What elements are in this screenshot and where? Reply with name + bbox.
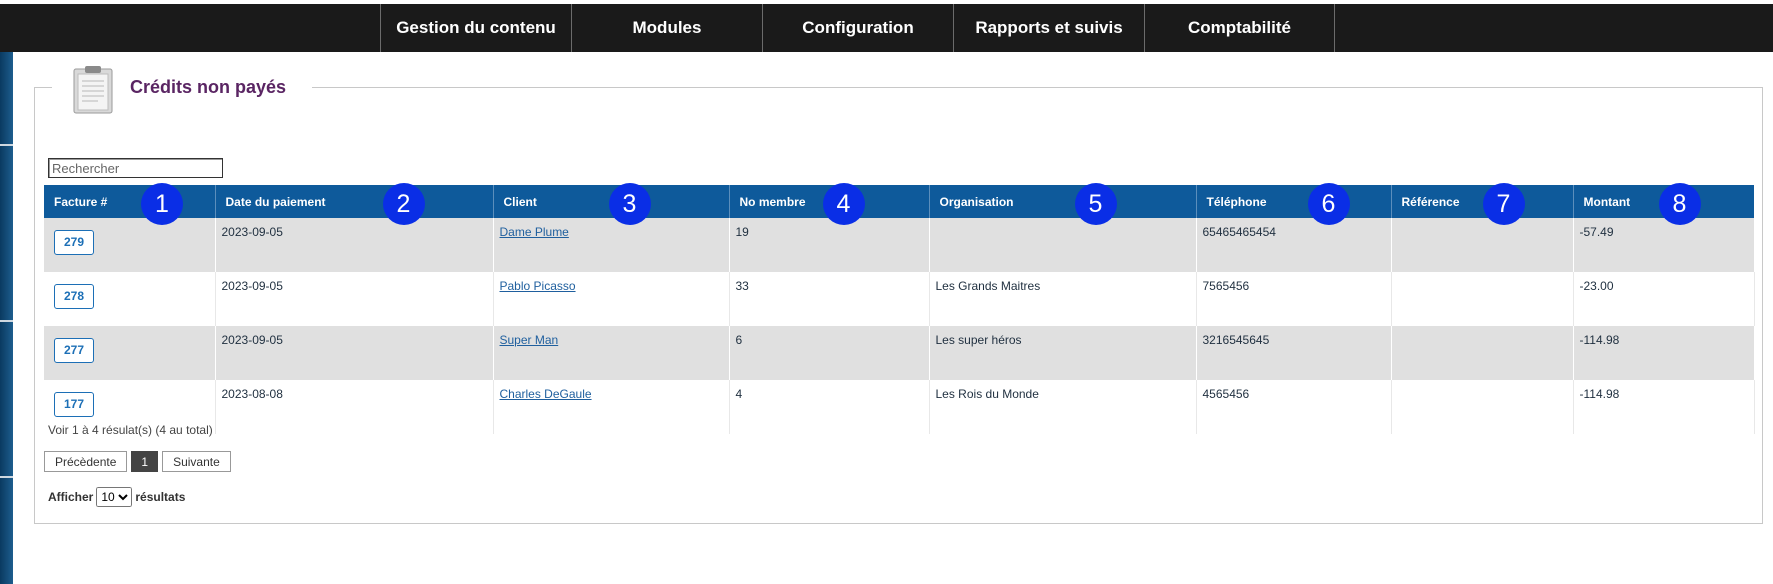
marker-badge: 3 [608, 183, 651, 225]
phone-cell: 65465465454 [1196, 218, 1392, 272]
page-length-select[interactable]: 10 [96, 487, 133, 507]
search-input[interactable] [48, 158, 223, 178]
amount-cell: -114.98 [1573, 326, 1755, 380]
main-menu: Gestion du contenu Modules Configuration… [380, 4, 1335, 52]
column-header-invoice[interactable]: Facture # 1 [44, 183, 216, 225]
nav-item-accounting[interactable]: Comptabilité [1144, 4, 1335, 52]
invoice-cell: 277 [44, 326, 216, 380]
column-header-member[interactable]: No membre 4 [729, 183, 930, 225]
phone-cell: 4565456 [1196, 380, 1392, 434]
page-length-control: Afficher 10 résultats [48, 487, 185, 507]
invoices-table: Facture # 1 Date du paiement 2 Client 3 No … [44, 183, 1755, 434]
sidebar-divider [0, 476, 13, 478]
table-row: 277 2023-09-05 Super Man 6 Les super hér… [44, 326, 1755, 380]
date-cell: 2023-09-05 [215, 272, 494, 326]
nav-item-reports[interactable]: Rapports et suivis [953, 4, 1144, 52]
nav-item-configuration[interactable]: Configuration [762, 4, 953, 52]
table-row: 177 2023-08-08 Charles DeGaule 4 Les Roi… [44, 380, 1755, 434]
phone-cell: 7565456 [1196, 272, 1392, 326]
member-cell: 6 [729, 326, 930, 380]
organisation-cell [929, 218, 1197, 272]
column-header-amount[interactable]: Montant 8 [1573, 183, 1754, 225]
date-cell: 2023-09-05 [215, 218, 494, 272]
column-header-date[interactable]: Date du paiement 2 [215, 183, 494, 225]
sidebar-divider [0, 320, 13, 322]
invoice-button[interactable]: 277 [54, 338, 94, 363]
nav-item-content[interactable]: Gestion du contenu [380, 4, 571, 52]
results-label: résultats [135, 490, 186, 504]
previous-page-button[interactable]: Précèdente [44, 451, 128, 472]
date-cell: 2023-08-08 [215, 380, 494, 434]
table-row: 279 2023-09-05 Dame Plume 19 65465465454… [44, 218, 1755, 272]
client-cell: Dame Plume [493, 218, 730, 272]
invoice-button[interactable]: 177 [54, 392, 94, 417]
column-label: No membre [739, 194, 806, 209]
page-title: Crédits non payés [130, 77, 287, 97]
invoice-button[interactable]: 278 [54, 284, 94, 309]
amount-cell: -57.49 [1573, 218, 1755, 272]
organisation-cell: Les Rois du Monde [929, 380, 1197, 434]
phone-cell: 3216545645 [1196, 326, 1392, 380]
client-link[interactable]: Dame Plume [500, 225, 569, 239]
client-link[interactable]: Charles DeGaule [500, 387, 592, 401]
column-label: Date du paiement [225, 194, 326, 209]
clipboard-icon [73, 66, 113, 114]
marker-badge: 7 [1482, 183, 1525, 225]
column-label: Référence [1401, 194, 1460, 209]
organisation-cell: Les Grands Maitres [929, 272, 1197, 326]
column-label: Client [503, 194, 537, 209]
page-1-button[interactable]: 1 [131, 451, 159, 472]
client-cell: Charles DeGaule [493, 380, 730, 434]
marker-badge: 5 [1074, 183, 1117, 225]
marker-badge: 4 [822, 183, 865, 225]
client-cell: Super Man [493, 326, 730, 380]
member-cell: 4 [729, 380, 930, 434]
table-header-row: Facture # 1 Date du paiement 2 Client 3 No … [44, 183, 1754, 225]
invoice-cell: 279 [44, 218, 216, 272]
member-cell: 33 [729, 272, 930, 326]
column-header-client[interactable]: Client 3 [493, 183, 730, 225]
pagination: Précèdente 1 Suivante [44, 451, 231, 472]
member-cell: 19 [729, 218, 930, 272]
results-info: Voir 1 à 4 résulat(s) (4 au total) [48, 423, 213, 437]
column-label: Organisation [939, 194, 1014, 209]
column-label: Téléphone [1206, 194, 1267, 209]
marker-badge: 2 [382, 183, 425, 225]
reference-cell [1391, 218, 1574, 272]
column-header-organisation[interactable]: Organisation 5 [929, 183, 1197, 225]
table-row: 278 2023-09-05 Pablo Picasso 33 Les Gran… [44, 272, 1755, 326]
organisation-cell: Les super héros [929, 326, 1197, 380]
top-navigation-bar: Gestion du contenu Modules Configuration… [0, 4, 1773, 52]
column-header-reference[interactable]: Référence 7 [1391, 183, 1574, 225]
client-link[interactable]: Super Man [500, 333, 559, 347]
left-sidebar-strip [0, 52, 13, 584]
marker-badge: 1 [141, 183, 183, 225]
sidebar-divider [0, 144, 13, 146]
amount-cell: -23.00 [1573, 272, 1755, 326]
reference-cell [1391, 326, 1574, 380]
show-label: Afficher [48, 490, 94, 504]
next-page-button[interactable]: Suivante [162, 451, 231, 472]
reference-cell [1391, 380, 1574, 434]
client-link[interactable]: Pablo Picasso [500, 279, 576, 293]
marker-badge: 8 [1658, 183, 1701, 225]
invoice-button[interactable]: 279 [54, 230, 94, 255]
nav-item-modules[interactable]: Modules [571, 4, 762, 52]
amount-cell: -114.98 [1573, 380, 1755, 434]
marker-badge: 6 [1307, 183, 1350, 225]
column-label: Montant [1583, 194, 1631, 209]
invoice-cell: 278 [44, 272, 216, 326]
reference-cell [1391, 272, 1574, 326]
column-label: Facture # [54, 194, 108, 209]
column-header-phone[interactable]: Téléphone 6 [1196, 183, 1392, 225]
date-cell: 2023-09-05 [215, 326, 494, 380]
client-cell: Pablo Picasso [493, 272, 730, 326]
